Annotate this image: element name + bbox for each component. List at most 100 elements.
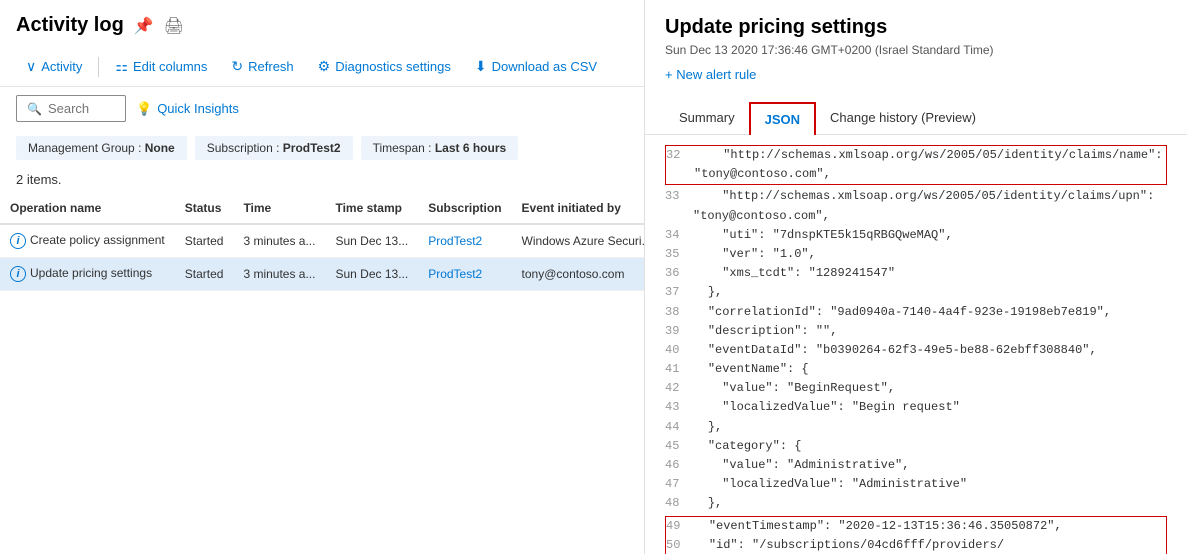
line-content: "description": "", [693, 322, 1167, 341]
line-number: 50 [666, 536, 694, 554]
json-line: 47 "localizedValue": "Administrative" [665, 475, 1167, 494]
json-viewer: 32 "http://schemas.xmlsoap.org/ws/2005/0… [645, 135, 1187, 554]
line-number: 43 [665, 398, 693, 417]
table-cell: Started [175, 224, 234, 258]
json-line: 34 "uti": "7dnspKTE5k15qRBGQweMAQ", [665, 226, 1167, 245]
table-cell: Sun Dec 13... [325, 258, 418, 291]
json-line: 36 "xms_tcdt": "1289241547" [665, 264, 1167, 283]
line-content: "value": "Administrative", [693, 456, 1167, 475]
line-number [665, 207, 693, 226]
download-button[interactable]: ⬇ Download as CSV [465, 53, 607, 80]
json-line: 38 "correlationId": "9ad0940a-7140-4a4f-… [665, 303, 1167, 322]
left-panel: Activity log 📌 🖨 ∨ Activity ⚏ Edit colum… [0, 0, 645, 554]
new-alert-button[interactable]: + New alert rule [665, 67, 756, 82]
column-header: Operation name [0, 193, 175, 224]
json-line: "tony@contoso.com", [665, 207, 1167, 226]
line-number: 42 [665, 379, 693, 398]
line-content: "http://schemas.xmlsoap.org/ws/2005/05/i… [694, 146, 1166, 165]
print-icon[interactable]: 🖨 [164, 16, 184, 36]
json-line: 35 "ver": "1.0", [665, 245, 1167, 264]
chevron-down-icon: ∨ [26, 58, 36, 75]
json-line: "tony@contoso.com", [666, 165, 1166, 184]
line-number: 32 [666, 146, 694, 165]
tab-change-history-(preview)[interactable]: Change history (Preview) [816, 102, 990, 135]
activity-button[interactable]: ∨ Activity [16, 53, 92, 80]
tab-json[interactable]: JSON [749, 102, 816, 135]
json-line: 43 "localizedValue": "Begin request" [665, 398, 1167, 417]
json-line: 37 }, [665, 283, 1167, 302]
line-number: 47 [665, 475, 693, 494]
search-input[interactable] [48, 101, 118, 116]
detail-subtitle: Sun Dec 13 2020 17:36:46 GMT+0200 (Israe… [665, 43, 1167, 57]
tab-bar: SummaryJSONChange history (Preview) [645, 102, 1187, 135]
quick-insights-button[interactable]: 💡 Quick Insights [136, 101, 239, 117]
json-line: 42 "value": "BeginRequest", [665, 379, 1167, 398]
line-content: "ver": "1.0", [693, 245, 1167, 264]
json-line: 41 "eventName": { [665, 360, 1167, 379]
filter-chip[interactable]: Timespan : Last 6 hours [361, 136, 519, 160]
line-content: "tony@contoso.com", [694, 165, 1166, 184]
filters-bar: Management Group : None Subscription : Pr… [0, 130, 644, 166]
line-number: 44 [665, 418, 693, 437]
table-row[interactable]: iCreate policy assignmentStarted3 minute… [0, 224, 644, 258]
table-cell[interactable]: ProdTest2 [418, 258, 511, 291]
pin-icon[interactable]: 📌 [134, 16, 154, 36]
line-content: "xms_tcdt": "1289241547" [693, 264, 1167, 283]
table-cell: Sun Dec 13... [325, 224, 418, 258]
table-cell: 3 minutes a... [233, 258, 325, 291]
line-number: 45 [665, 437, 693, 456]
line-number: 41 [665, 360, 693, 379]
tab-summary[interactable]: Summary [665, 102, 749, 135]
line-content: "category": { [693, 437, 1167, 456]
line-number: 37 [665, 283, 693, 302]
json-line: 33 "http://schemas.xmlsoap.org/ws/2005/0… [665, 187, 1167, 206]
column-header: Time [233, 193, 325, 224]
activity-table-wrapper: Operation nameStatusTimeTime stampSubscr… [0, 193, 644, 554]
line-content: }, [693, 418, 1167, 437]
table-cell: Windows Azure Securi... [512, 224, 644, 258]
filter-chip[interactable]: Management Group : None [16, 136, 187, 160]
line-number [666, 165, 694, 184]
line-number: 46 [665, 456, 693, 475]
line-content: "eventDataId": "b0390264-62f3-49e5-be88-… [693, 341, 1167, 360]
toolbar: ∨ Activity ⚏ Edit columns ↻ Refresh ⚙ Di… [0, 47, 644, 87]
line-number: 38 [665, 303, 693, 322]
table-cell: tony@contoso.com [512, 258, 644, 291]
table-cell: iUpdate pricing settings [0, 258, 175, 291]
line-number: 48 [665, 494, 693, 513]
json-line: 46 "value": "Administrative", [665, 456, 1167, 475]
diagnostics-button[interactable]: ⚙ Diagnostics settings [308, 53, 461, 80]
search-bar: 🔍 💡 Quick Insights [0, 87, 644, 130]
line-number: 49 [666, 517, 694, 536]
detail-title: Update pricing settings [665, 16, 1167, 39]
line-content: "eventTimestamp": "2020-12-13T15:36:46.3… [694, 517, 1166, 536]
gear-icon: ⚙ [318, 58, 331, 75]
table-row[interactable]: iUpdate pricing settingsStarted3 minutes… [0, 258, 644, 291]
detail-header: Update pricing settings Sun Dec 13 2020 … [645, 0, 1187, 102]
line-number: 36 [665, 264, 693, 283]
line-content: "uti": "7dnspKTE5k15qRBGQweMAQ", [693, 226, 1167, 245]
info-icon: i [10, 233, 26, 249]
table-cell: iCreate policy assignment [0, 224, 175, 258]
column-header: Event initiated by [512, 193, 644, 224]
line-content: "value": "BeginRequest", [693, 379, 1167, 398]
line-content: }, [693, 494, 1167, 513]
refresh-button[interactable]: ↻ Refresh [221, 53, 303, 80]
line-number: 33 [665, 187, 693, 206]
table-cell[interactable]: ProdTest2 [418, 224, 511, 258]
line-content: "correlationId": "9ad0940a-7140-4a4f-923… [693, 303, 1167, 322]
page-header: Activity log 📌 🖨 [0, 0, 644, 47]
line-content: "http://schemas.xmlsoap.org/ws/2005/05/i… [693, 187, 1167, 206]
edit-columns-button[interactable]: ⚏ Edit columns [105, 53, 217, 80]
column-header: Subscription [418, 193, 511, 224]
line-number: 34 [665, 226, 693, 245]
filter-chip[interactable]: Subscription : ProdTest2 [195, 136, 353, 160]
table-cell: 3 minutes a... [233, 224, 325, 258]
highlighted-json-block: 49 "eventTimestamp": "2020-12-13T15:36:4… [665, 516, 1167, 554]
json-line: 45 "category": { [665, 437, 1167, 456]
download-icon: ⬇ [475, 58, 487, 75]
search-input-wrapper[interactable]: 🔍 [16, 95, 126, 122]
line-content: "eventName": { [693, 360, 1167, 379]
column-header: Time stamp [325, 193, 418, 224]
search-icon: 🔍 [27, 102, 42, 116]
